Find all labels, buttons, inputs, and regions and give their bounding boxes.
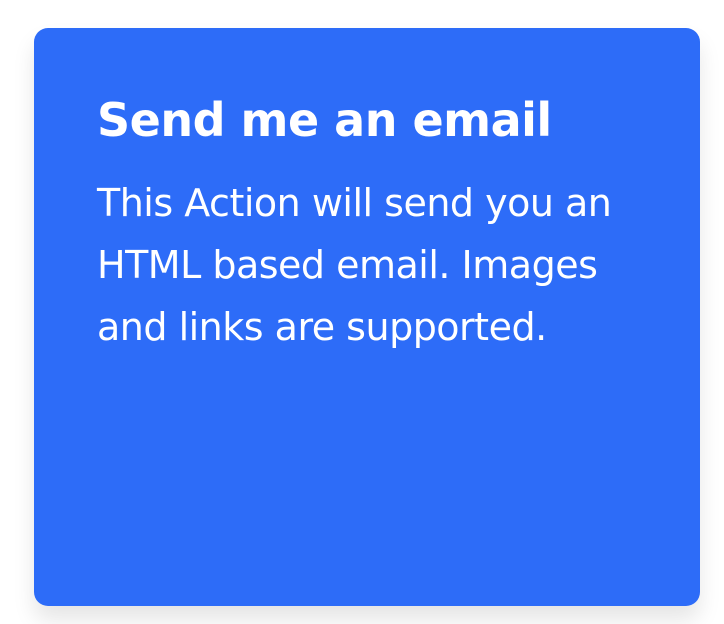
action-title: Send me an email xyxy=(97,93,552,147)
action-card[interactable]: Send me an email This Action will send y… xyxy=(34,28,700,606)
page: Send me an email This Action will send y… xyxy=(0,0,724,624)
action-description: This Action will send you an HTML based … xyxy=(97,181,612,349)
